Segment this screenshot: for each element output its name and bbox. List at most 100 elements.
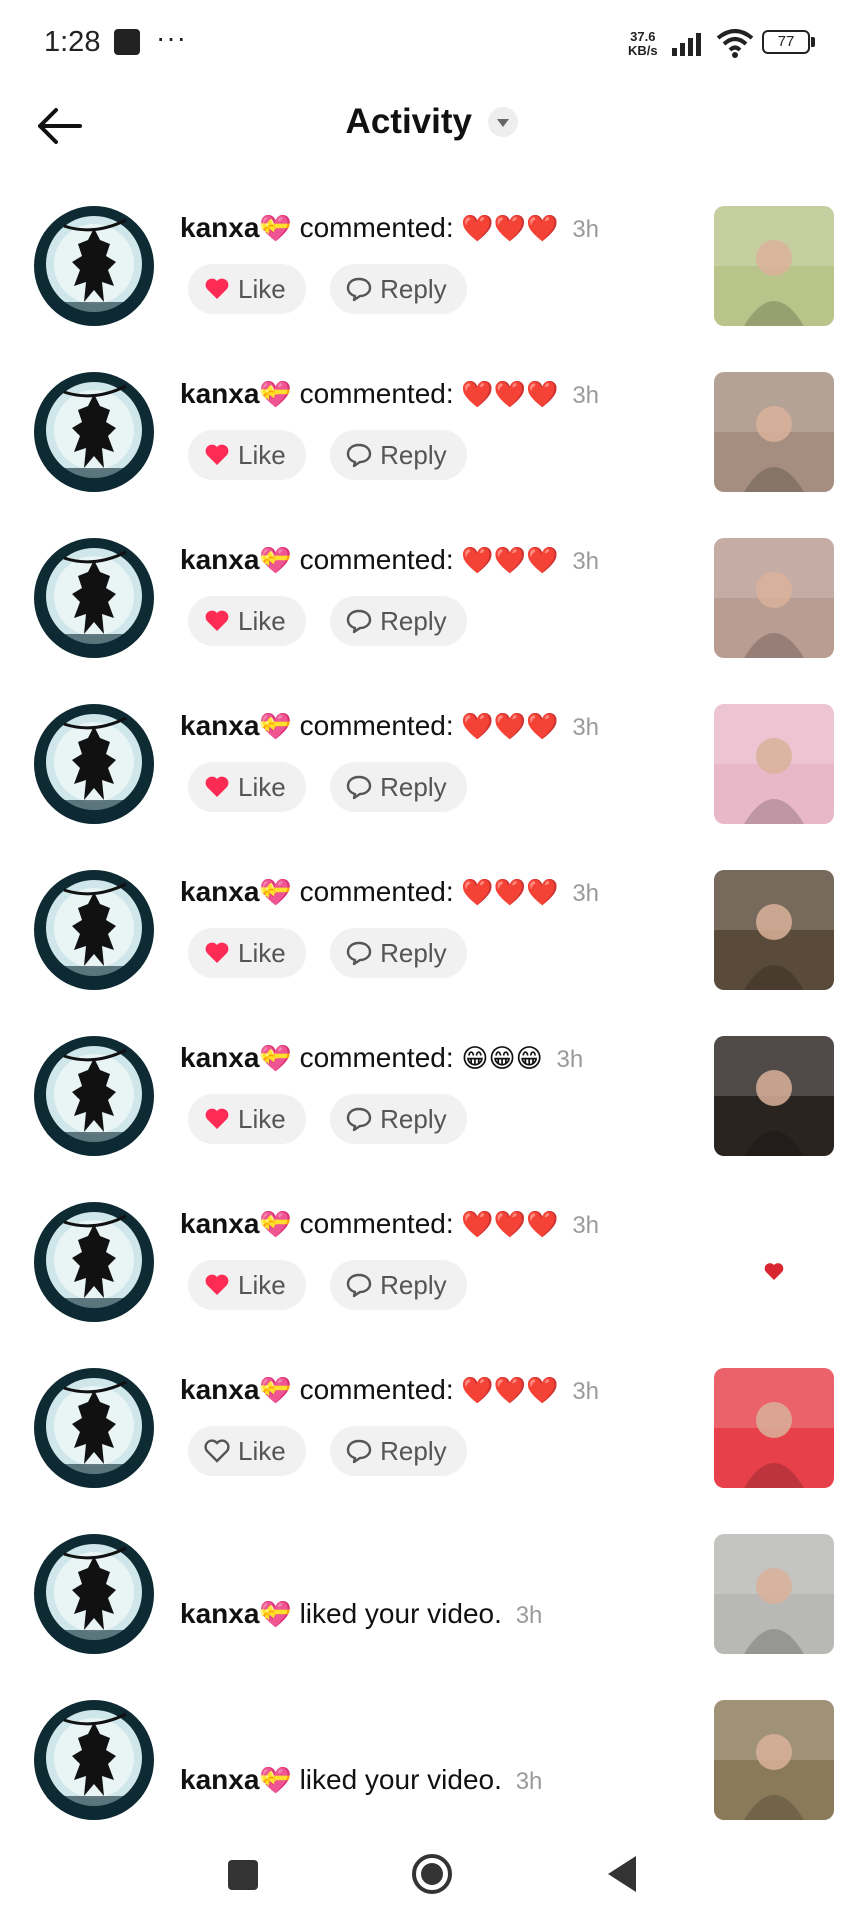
activity-text: kanxa💝 commented: ❤️❤️❤️ 3h (180, 1208, 599, 1240)
username[interactable]: kanxa (180, 710, 259, 741)
video-thumbnail[interactable] (714, 372, 834, 492)
avatar[interactable] (34, 1036, 154, 1156)
comment-actions: Like Reply (188, 1426, 487, 1476)
reply-button[interactable]: Reply (330, 264, 467, 314)
like-button[interactable]: Like (188, 430, 306, 480)
comment-bubble-icon (346, 938, 380, 968)
like-label: Like (238, 606, 286, 636)
activity-text: kanxa💝 commented: ❤️❤️❤️ 3h (180, 544, 599, 576)
activity-row[interactable]: kanxa💝 commented: ❤️❤️❤️ 3h Like Reply (0, 526, 864, 692)
comment-actions: Like Reply (188, 1094, 487, 1144)
video-thumbnail[interactable] (714, 1534, 834, 1654)
username[interactable]: kanxa (180, 876, 259, 907)
title-dropdown[interactable]: Activity (0, 102, 864, 142)
like-button[interactable]: Like (188, 928, 306, 978)
comment-content: ❤️❤️❤️ (461, 213, 559, 243)
username-badge: 💝 (259, 877, 292, 907)
username[interactable]: kanxa (180, 1598, 259, 1629)
video-thumbnail[interactable] (714, 206, 834, 326)
like-button[interactable]: Like (188, 264, 306, 314)
activity-text: kanxa💝 commented: ❤️❤️❤️ 3h (180, 378, 599, 410)
reply-label: Reply (380, 606, 447, 636)
username-badge: 💝 (259, 1599, 292, 1629)
like-button[interactable]: Like (188, 1426, 306, 1476)
reply-button[interactable]: Reply (330, 430, 467, 480)
activity-time: 3h (572, 216, 600, 243)
comment-bubble-icon (346, 606, 380, 636)
video-thumbnail[interactable] (714, 1368, 834, 1488)
like-button[interactable]: Like (188, 762, 306, 812)
avatar[interactable] (34, 704, 154, 824)
video-thumbnail[interactable] (714, 538, 834, 658)
reply-button[interactable]: Reply (330, 1094, 467, 1144)
username[interactable]: kanxa (180, 212, 259, 243)
page-title[interactable]: Activity (346, 102, 472, 141)
reply-label: Reply (380, 772, 447, 802)
comment-actions: Like Reply (188, 1260, 487, 1310)
username[interactable]: kanxa (180, 1764, 259, 1795)
avatar[interactable] (34, 538, 154, 658)
username[interactable]: kanxa (180, 1374, 259, 1405)
username[interactable]: kanxa (180, 544, 259, 575)
avatar[interactable] (34, 1202, 154, 1322)
comment-actions: Like Reply (188, 430, 487, 480)
activity-row[interactable]: kanxa💝 commented: 😁😁😁 3h Like Reply (0, 1024, 864, 1190)
username[interactable]: kanxa (180, 378, 259, 409)
heart-filled-icon (204, 440, 238, 470)
avatar[interactable] (34, 206, 154, 326)
wifi-icon (716, 29, 754, 58)
activity-row[interactable]: kanxa💝 commented: ❤️❤️❤️ 3h Like Reply (0, 360, 864, 526)
avatar[interactable] (34, 870, 154, 990)
activity-time: 3h (515, 1602, 543, 1629)
activity-row[interactable]: kanxa💝 commented: ❤️❤️❤️ 3h Like Reply (0, 692, 864, 858)
comment-content: ❤️❤️❤️ (461, 1375, 559, 1405)
reply-label: Reply (380, 1436, 447, 1466)
reply-button[interactable]: Reply (330, 1426, 467, 1476)
reply-button[interactable]: Reply (330, 762, 467, 812)
chevron-down-icon[interactable] (488, 107, 519, 137)
video-thumbnail[interactable] (714, 1700, 834, 1820)
activity-action: commented: (299, 876, 454, 907)
username-badge: 💝 (259, 711, 292, 741)
avatar[interactable] (34, 1700, 154, 1820)
back-button[interactable] (604, 1854, 640, 1894)
avatar[interactable] (34, 372, 154, 492)
reply-label: Reply (380, 274, 447, 304)
video-thumbnail[interactable] (714, 1036, 834, 1156)
like-label: Like (238, 1436, 286, 1466)
battery-icon: 77 (762, 30, 815, 54)
like-button[interactable]: Like (188, 1260, 306, 1310)
activity-row[interactable]: kanxa💝 commented: ❤️❤️❤️ 3h Like Reply (0, 1356, 864, 1522)
reply-button[interactable]: Reply (330, 928, 467, 978)
reply-label: Reply (380, 1270, 447, 1300)
activity-row[interactable]: kanxa💝 commented: ❤️❤️❤️ 3h Like Reply (0, 858, 864, 1024)
video-thumbnail[interactable] (714, 1202, 834, 1322)
username[interactable]: kanxa (180, 1208, 259, 1239)
video-thumbnail[interactable] (714, 870, 834, 990)
like-button[interactable]: Like (188, 596, 306, 646)
reply-button[interactable]: Reply (330, 596, 467, 646)
status-time: 1:28 (44, 26, 101, 58)
avatar[interactable] (34, 1534, 154, 1654)
activity-row[interactable]: kanxa💝 commented: ❤️❤️❤️ 3h Like Reply (0, 1190, 864, 1356)
like-label: Like (238, 1104, 286, 1134)
battery-level: 77 (762, 30, 810, 54)
heart-filled-icon (204, 274, 238, 304)
signal-icon (672, 33, 701, 56)
reply-button[interactable]: Reply (330, 1260, 467, 1310)
home-button[interactable] (410, 1852, 454, 1896)
activity-text: kanxa💝 commented: ❤️❤️❤️ 3h (180, 212, 599, 244)
video-thumbnail[interactable] (714, 704, 834, 824)
username-badge: 💝 (259, 545, 292, 575)
reply-label: Reply (380, 1104, 447, 1134)
like-button[interactable]: Like (188, 1094, 306, 1144)
username-badge: 💝 (259, 1765, 292, 1795)
avatar[interactable] (34, 1368, 154, 1488)
username[interactable]: kanxa (180, 1042, 259, 1073)
activity-action: commented: (299, 1208, 454, 1239)
activity-row[interactable]: kanxa💝 liked your video. 3h (0, 1522, 864, 1688)
username-badge: 💝 (259, 1043, 292, 1073)
activity-row[interactable]: kanxa💝 commented: ❤️❤️❤️ 3h Like Reply (0, 194, 864, 360)
reply-label: Reply (380, 440, 447, 470)
recent-apps-button[interactable] (228, 1860, 258, 1890)
